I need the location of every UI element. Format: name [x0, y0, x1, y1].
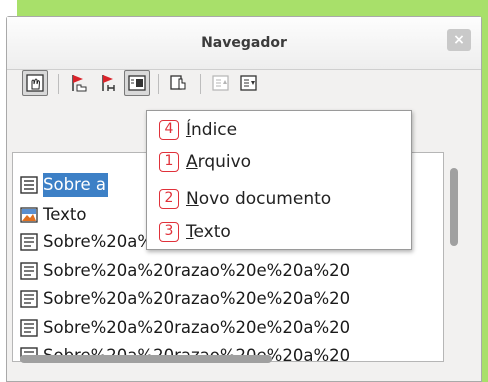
callout-number: 1 — [159, 152, 179, 172]
list-item-label: Texto — [43, 205, 87, 224]
header-icon — [102, 75, 115, 91]
menu-item-label: Texto — [186, 222, 231, 242]
menu-item-label: Arquivo — [186, 152, 252, 172]
content-view-icon — [26, 74, 44, 92]
reminder-button[interactable] — [66, 70, 92, 96]
toolbar-separator — [158, 74, 159, 94]
list-item[interactable]: Sobre%20a%20razao%20e%20a%20 — [13, 287, 433, 311]
set-reminder-icon — [72, 75, 87, 92]
toolbar-separator — [200, 74, 201, 94]
index-icon — [20, 176, 38, 194]
document-icon — [20, 319, 38, 337]
menu-item-label: Novo documento — [186, 189, 332, 209]
menu-item-arquivo[interactable]: 1 Arquivo — [159, 151, 409, 175]
close-button[interactable]: × — [447, 29, 471, 51]
list-item[interactable]: Sobre%20a%20razao%20e%20a%20 — [13, 259, 433, 283]
list-item[interactable]: Sobre%20a%20razao%20e%20a%20 — [13, 316, 433, 340]
navigator-toolbar — [10, 70, 470, 100]
anchor-button[interactable] — [124, 70, 150, 96]
demote-chapter-icon — [240, 75, 257, 91]
promote-chapter-icon — [212, 75, 229, 91]
horizontal-scrollbar[interactable] — [20, 355, 272, 363]
drag-mode-menu: 4 Índice 1 Arquivo 2 Novo documento 3 Te… — [146, 110, 412, 250]
window-title: Navegador — [201, 35, 287, 51]
document-icon — [20, 233, 38, 251]
callout-number: 3 — [159, 222, 179, 242]
document-icon — [20, 290, 38, 308]
callout-number: 4 — [159, 120, 179, 140]
promote-chapter-button[interactable] — [208, 70, 234, 96]
content-view-button[interactable] — [22, 70, 48, 96]
content-navigation-icon — [170, 75, 186, 90]
title-bar[interactable]: Navegador × — [7, 17, 481, 70]
list-item-label: Sobre%20a%20razao%20e%20a%20 — [43, 318, 351, 337]
document-icon — [20, 262, 38, 280]
list-item-label: Sobre%20a%20razao%20e%20a%20 — [43, 289, 351, 308]
list-item-label: Sobre%20a%20razao%20e%20a%20 — [43, 261, 351, 280]
callout-number: 2 — [159, 189, 179, 209]
menu-item-texto[interactable]: 3 Texto — [159, 221, 409, 245]
menu-item-indice[interactable]: 4 Índice — [159, 119, 409, 143]
anchor-icon — [128, 75, 146, 91]
menu-item-novo-documento[interactable]: 2 Novo documento — [159, 188, 409, 212]
content-navigation-button[interactable] — [166, 70, 192, 96]
picture-icon — [20, 207, 38, 223]
vertical-scrollbar[interactable] — [450, 168, 458, 246]
menu-item-label: Índice — [186, 120, 238, 140]
header-button[interactable] — [96, 70, 122, 96]
list-item-label: Sobre a — [43, 173, 108, 197]
demote-chapter-button[interactable] — [236, 70, 262, 96]
toolbar-separator — [58, 74, 59, 94]
